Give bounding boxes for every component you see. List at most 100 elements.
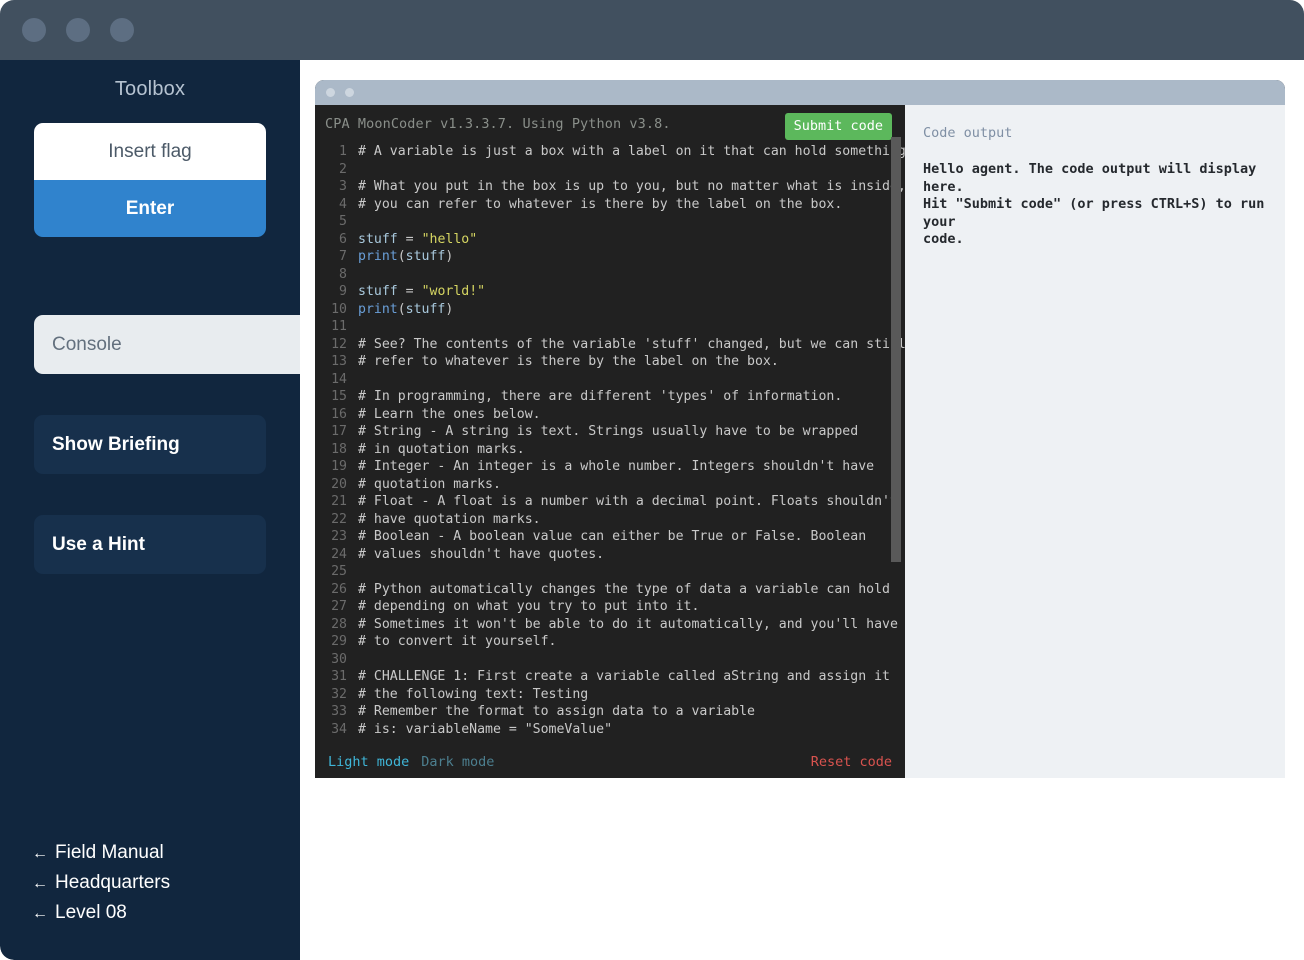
link-level-08[interactable]: ← Level 08 [32, 902, 292, 924]
application-window: Toolbox Enter Console Show Briefing Use … [0, 0, 1304, 960]
code-token: # Learn the ones below. [358, 406, 541, 422]
code-line: 13 # refer to whatever is there by the la… [321, 353, 905, 371]
flag-submit-group: Enter [34, 123, 266, 237]
code-line: 21 # Float - A float is a number with a d… [321, 493, 905, 511]
code-line-content: # to convert it yourself. [358, 633, 557, 651]
code-line-content: # is: variableName = "SomeValue" [358, 721, 612, 739]
sidebar-item-use-a-hint[interactable]: Use a Hint [34, 515, 266, 574]
sidebar-item-label: Console [52, 333, 122, 355]
code-token: "hello" [421, 231, 478, 247]
editor-titlebar [315, 80, 1285, 105]
code-line-content: # quotation marks. [358, 476, 501, 494]
sidebar-item-label: Use a Hint [52, 533, 145, 555]
code-token: ) [445, 249, 454, 264]
line-number: 2 [339, 161, 347, 177]
code-line: 15 # In programming, there are different … [321, 388, 905, 406]
link-label: Headquarters [55, 872, 171, 893]
line-number: 16 [331, 406, 347, 422]
line-number: 26 [331, 581, 347, 597]
code-line-content: # In programming, there are different 't… [358, 388, 842, 406]
code-scrollbar-thumb[interactable] [891, 137, 901, 562]
code-line: 11 [321, 318, 905, 336]
code-line-content: # the following text: Testing [358, 686, 588, 704]
editor-minimize-dot-icon[interactable] [345, 88, 354, 97]
code-token: # In programming, there are different 't… [358, 389, 843, 404]
submit-code-button[interactable]: Submit code [784, 113, 892, 140]
editor-close-dot-icon[interactable] [326, 88, 335, 97]
code-token: # to convert it yourself. [358, 634, 557, 649]
code-line-content: # Remember the format to assign data to … [358, 703, 755, 721]
window-close-dot-icon[interactable] [22, 18, 46, 42]
code-token: ( [397, 301, 406, 317]
code-token: # refer to whatever is there by the labe… [358, 354, 779, 369]
code-token: # have quotation marks. [358, 511, 541, 527]
code-line-content: # Sometimes it won't be able to do it au… [358, 616, 898, 634]
reset-code-button[interactable]: Reset code [811, 754, 892, 770]
sidebar-item-show-briefing[interactable]: Show Briefing [34, 415, 266, 474]
code-token: # A variable is just a box with a label … [358, 144, 905, 159]
code-line: 3 # What you put in the box is up to you,… [321, 178, 905, 196]
code-token: = [405, 231, 414, 247]
window-titlebar [0, 0, 1304, 60]
window-minimize-dot-icon[interactable] [66, 18, 90, 42]
code-line: 25 [321, 563, 905, 581]
arrow-left-icon: ← [32, 845, 48, 862]
code-token: # Sometimes it won't be able to do it au… [358, 616, 898, 632]
line-number: 12 [331, 336, 347, 352]
code-header: CPA MoonCoder v1.3.3.7. Using Python v3.… [315, 105, 905, 143]
code-token: # you can refer to whatever is there by … [358, 196, 843, 212]
code-token: stuff [358, 231, 398, 247]
code-token: print [358, 301, 398, 317]
code-line-content: # String - A string is text. Strings usu… [358, 423, 858, 441]
insert-flag-input[interactable] [34, 123, 266, 180]
arrow-left-icon: ← [32, 875, 48, 892]
code-line: 7 print(stuff) [321, 248, 905, 266]
line-number: 8 [339, 266, 347, 282]
code-token: # CHALLENGE 1: First create a variable c… [358, 669, 890, 684]
code-line-content: # have quotation marks. [358, 511, 541, 529]
line-number: 34 [331, 721, 347, 737]
line-number: 24 [331, 546, 347, 562]
link-field-manual[interactable]: ← Field Manual [32, 842, 292, 864]
code-line: 30 [321, 651, 905, 669]
code-token: # the following text: Testing [358, 686, 589, 702]
line-number: 30 [331, 651, 347, 667]
line-number: 20 [331, 476, 347, 492]
sidebar-item-label: Show Briefing [52, 433, 180, 455]
code-line-content: # See? The contents of the variable 'stu… [358, 336, 905, 354]
line-number: 4 [339, 196, 347, 212]
code-line: 12 # See? The contents of the variable 's… [321, 336, 905, 354]
line-number: 22 [331, 511, 347, 527]
light-mode-button[interactable]: Light mode [328, 754, 409, 770]
line-number: 28 [331, 616, 347, 632]
code-line-content: # Python automatically changes the type … [358, 581, 890, 599]
code-line: 32 # the following text: Testing [321, 686, 905, 704]
line-number: 19 [331, 459, 347, 474]
code-editor-text-area[interactable]: 1 # A variable is just a box with a label… [315, 143, 905, 738]
dark-mode-button[interactable]: Dark mode [421, 754, 494, 770]
code-token: # is: variableName = "SomeValue" [358, 721, 613, 737]
sidebar-item-console[interactable]: Console [34, 315, 300, 374]
code-scrollbar[interactable] [891, 137, 901, 747]
code-footer: Light mode Dark mode Reset code [315, 746, 905, 778]
link-label: Field Manual [55, 842, 164, 863]
line-number: 23 [331, 529, 347, 544]
code-line: 1 # A variable is just a box with a label… [321, 143, 905, 161]
code-line: 16 # Learn the ones below. [321, 406, 905, 424]
code-line: 27 # depending on what you try to put int… [321, 598, 905, 616]
line-number: 25 [331, 564, 347, 579]
enter-button[interactable]: Enter [34, 180, 266, 237]
code-line: 20 # quotation marks. [321, 476, 905, 494]
code-token: stuff [405, 301, 446, 317]
code-line: 26 # Python automatically changes the typ… [321, 581, 905, 599]
code-token: # Integer - An integer is a whole number… [358, 459, 875, 474]
window-maximize-dot-icon[interactable] [110, 18, 134, 42]
code-token: # Python automatically changes the type … [358, 581, 890, 597]
code-token: print [358, 249, 398, 264]
link-headquarters[interactable]: ← Headquarters [32, 872, 292, 894]
code-line: 9 stuff = "world!" [321, 283, 905, 301]
code-line-content: print(stuff) [358, 301, 453, 319]
